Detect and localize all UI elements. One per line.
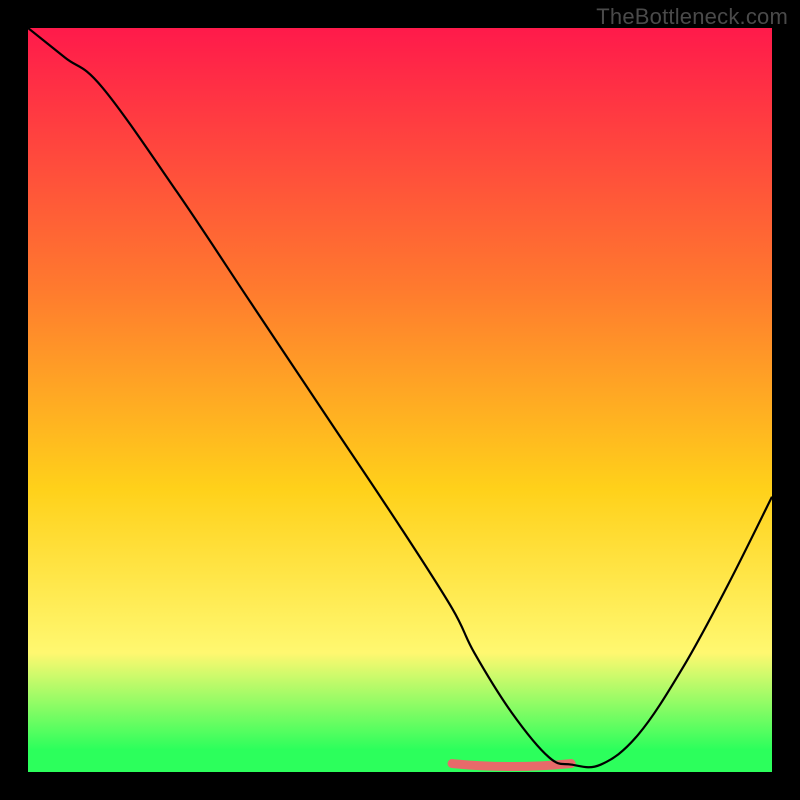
bottleneck-curve — [28, 28, 772, 767]
chart-area — [28, 28, 772, 772]
chart-curve-layer — [28, 28, 772, 772]
accent-band — [452, 764, 571, 767]
watermark-text: TheBottleneck.com — [596, 4, 788, 30]
